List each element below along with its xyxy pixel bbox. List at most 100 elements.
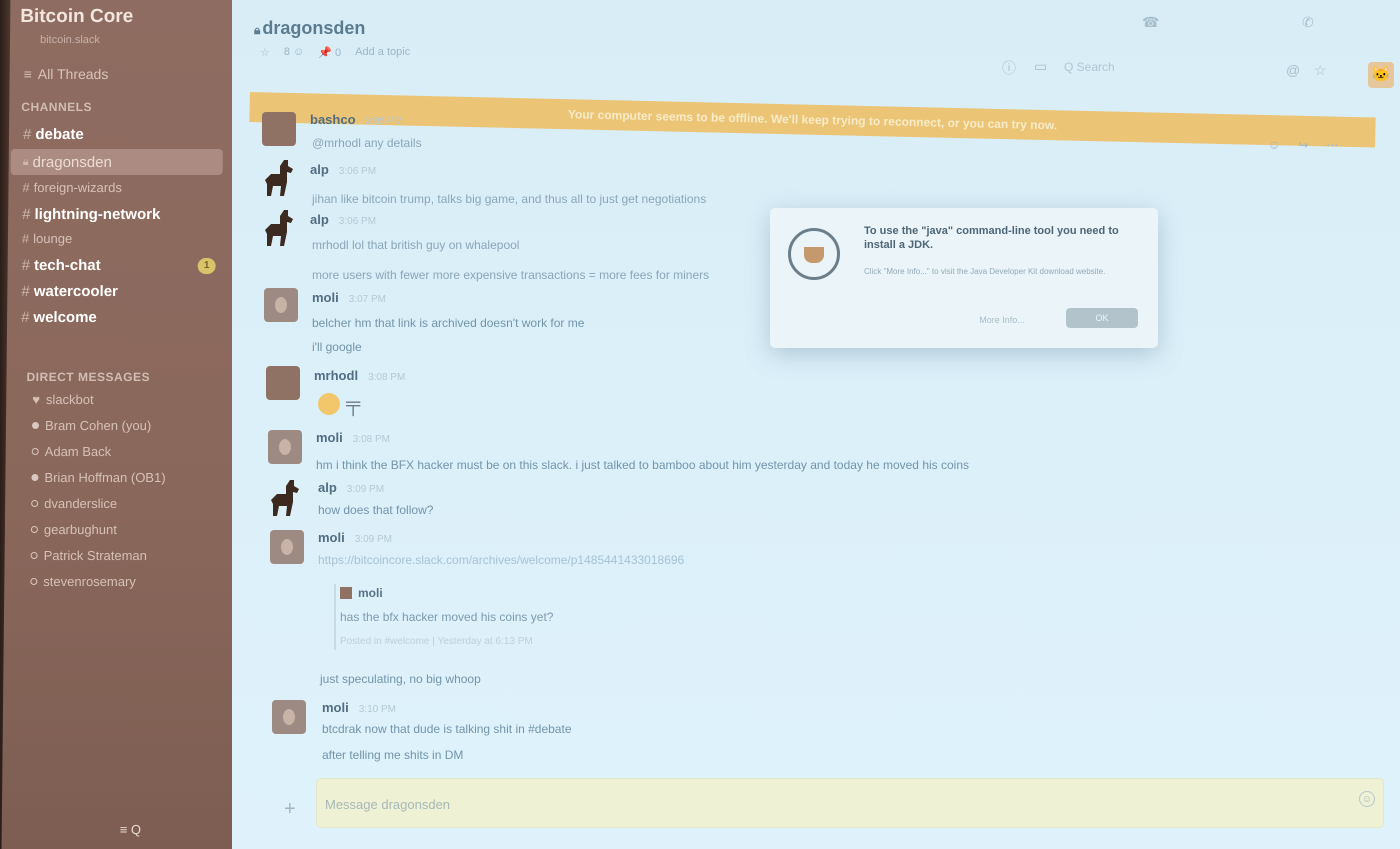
avatar[interactable] xyxy=(264,288,298,322)
reaction-icon[interactable]: ☺ xyxy=(1268,138,1280,152)
star-icon[interactable]: ☆ xyxy=(260,46,270,59)
quote-author[interactable]: moli xyxy=(340,586,383,600)
message-text: more users with fewer more expensive tra… xyxy=(312,268,710,282)
dialog-title: To use the "java" command-line tool you … xyxy=(864,225,1119,251)
team-name[interactable]: Bitcoin Core xyxy=(20,6,133,28)
sidebar-channel-lounge[interactable]: # lounge xyxy=(22,231,72,246)
call-icon[interactable]: ☎ xyxy=(1142,14,1159,31)
timestamp[interactable]: 3:08 PM xyxy=(368,372,405,383)
sidebar-channel-welcome[interactable]: # welcome xyxy=(21,309,97,326)
channel-title[interactable]: 🔒︎ dragonsden xyxy=(254,18,365,39)
dm-item[interactable]: Patrick Strateman xyxy=(30,548,147,563)
hash-icon: # xyxy=(21,257,31,274)
message-author[interactable]: alp 3:09 PM xyxy=(318,480,384,495)
sidebar-channel-tech-chat[interactable]: # tech-chat xyxy=(22,257,101,274)
sidebar-channel-lightning-network[interactable]: # lightning-network xyxy=(22,206,160,223)
pistol-emoji-icon[interactable]: ╤ xyxy=(346,393,360,416)
llama-avatar[interactable] xyxy=(262,208,296,246)
message-text: hm i think the BFX hacker must be on thi… xyxy=(316,458,970,472)
sidebar-channel-dragonsden[interactable]: 🔒︎ dragonsden xyxy=(10,149,223,175)
message-author[interactable]: alp 3:06 PM xyxy=(310,162,376,177)
presence-icon xyxy=(31,422,40,429)
message-author[interactable]: moli 3:08 PM xyxy=(316,430,390,445)
message-author[interactable]: moli 3:07 PM xyxy=(312,290,386,305)
threads-icon: ≡ xyxy=(23,66,32,82)
presence-icon xyxy=(30,526,38,533)
more-info-button[interactable]: More Info... xyxy=(962,310,1042,330)
timestamp[interactable]: 3:10 PM xyxy=(359,704,396,715)
timestamp[interactable]: 3:06 PM xyxy=(339,216,376,227)
avatar[interactable] xyxy=(270,530,304,564)
direct-messages-heading[interactable]: DIRECT MESSAGES xyxy=(26,370,150,384)
avatar[interactable] xyxy=(262,112,296,146)
hash-icon: # xyxy=(21,283,30,300)
message-text: belcher hm that link is archived doesn't… xyxy=(312,316,585,330)
sidebar-toggle-icon[interactable]: ▭ xyxy=(1034,58,1047,75)
dm-item[interactable]: dvanderslice xyxy=(31,496,117,511)
channels-heading[interactable]: CHANNELS xyxy=(21,100,92,114)
llama-avatar[interactable] xyxy=(268,478,302,516)
phone-icon[interactable]: ✆ xyxy=(1302,14,1314,31)
message-text: how does that follow? xyxy=(318,503,434,517)
timestamp[interactable]: 3:08 PM xyxy=(353,434,390,445)
dm-item[interactable]: gearbughunt xyxy=(30,522,117,537)
message-text: mrhodl lol that british guy on whalepool xyxy=(312,238,520,252)
more-icon[interactable]: ⋯ xyxy=(1326,138,1338,152)
team-subtitle: bitcoin.slack xyxy=(39,34,101,46)
message-author[interactable]: alp 3:06 PM xyxy=(310,212,376,227)
ok-button[interactable]: OK xyxy=(1066,308,1138,328)
add-attachment-button[interactable]: + xyxy=(284,798,296,821)
message-text: @mrhodl any details xyxy=(312,136,422,150)
share-icon[interactable]: ↪ xyxy=(1298,138,1308,152)
at-mention-icon[interactable]: @ xyxy=(1286,62,1300,78)
message-composer[interactable]: ☺ xyxy=(316,778,1384,828)
sidebar-channel-watercooler[interactable]: # watercooler xyxy=(21,283,118,300)
avatar[interactable] xyxy=(268,430,302,464)
timestamp[interactable]: 3:09 PM xyxy=(347,484,384,495)
presence-icon xyxy=(31,474,39,481)
all-threads-link[interactable]: ≡ All Threads xyxy=(24,66,109,82)
pinned-count[interactable]: 📌 0 xyxy=(318,46,341,59)
message-author[interactable]: moli 3:10 PM xyxy=(322,700,396,715)
topic[interactable]: Add a topic xyxy=(355,46,410,59)
message-pane: 🔒︎ dragonsden ☆ 8 ☺ 📌 0 Add a topic ☎ ✆ ⓘ… xyxy=(232,0,1400,849)
hash-icon: # xyxy=(21,309,30,326)
quote-avatar-icon xyxy=(340,587,352,599)
user-avatar[interactable]: 🐱 xyxy=(1368,62,1394,88)
quote-meta[interactable]: Posted in #welcome | Yesterday at 6:13 P… xyxy=(340,636,533,647)
lock-icon: 🔒︎ xyxy=(22,155,29,168)
timestamp[interactable]: 3:06 PM xyxy=(339,166,376,177)
message-author[interactable]: bashco 3:05 PM xyxy=(310,112,403,127)
message-author[interactable]: moli 3:09 PM xyxy=(318,530,392,545)
timestamp[interactable]: 3:07 PM xyxy=(349,294,386,305)
dm-item[interactable]: Adam Back xyxy=(31,444,112,459)
emoji-picker-icon[interactable]: ☺ xyxy=(1359,791,1375,807)
info-icon[interactable]: ⓘ xyxy=(1002,58,1016,78)
dm-item[interactable]: ♥ slackbot xyxy=(32,392,94,407)
quote-bar xyxy=(334,584,336,650)
sidebar-channel-debate[interactable]: # debate xyxy=(23,126,84,143)
message-text: after telling me shits in DM xyxy=(322,748,464,762)
dm-item[interactable]: Brian Hoffman (OB1) xyxy=(31,470,166,485)
dm-item[interactable]: stevenrosemary xyxy=(30,574,136,589)
dm-item[interactable]: Bram Cohen (you) xyxy=(31,418,151,433)
star-icon[interactable]: ☆ xyxy=(1314,62,1327,79)
smiley-emoji-icon[interactable] xyxy=(318,393,340,415)
llama-avatar[interactable] xyxy=(262,158,296,196)
sidebar-footer-menu[interactable]: ≡ Q xyxy=(120,822,141,837)
message-text: i'll google xyxy=(312,340,362,354)
timestamp[interactable]: 3:09 PM xyxy=(355,534,392,545)
sidebar: Bitcoin Core bitcoin.slack ≡ All Threads… xyxy=(1,0,251,849)
message-input[interactable] xyxy=(325,793,1325,815)
avatar[interactable] xyxy=(266,366,300,400)
sidebar-channel-foreign-wizards[interactable]: # foreign-wizards xyxy=(22,180,122,195)
avatar[interactable] xyxy=(272,700,306,734)
presence-icon xyxy=(31,500,39,507)
timestamp[interactable]: 3:05 PM xyxy=(366,116,403,127)
hash-icon: # xyxy=(22,180,30,195)
search-input[interactable]: Q Search xyxy=(1064,60,1115,74)
members-count[interactable]: 8 ☺ xyxy=(284,46,304,59)
message-link[interactable]: https://bitcoincore.slack.com/archives/w… xyxy=(318,553,684,567)
message-author[interactable]: mrhodl 3:08 PM xyxy=(314,368,405,383)
hash-icon: # xyxy=(22,206,31,223)
